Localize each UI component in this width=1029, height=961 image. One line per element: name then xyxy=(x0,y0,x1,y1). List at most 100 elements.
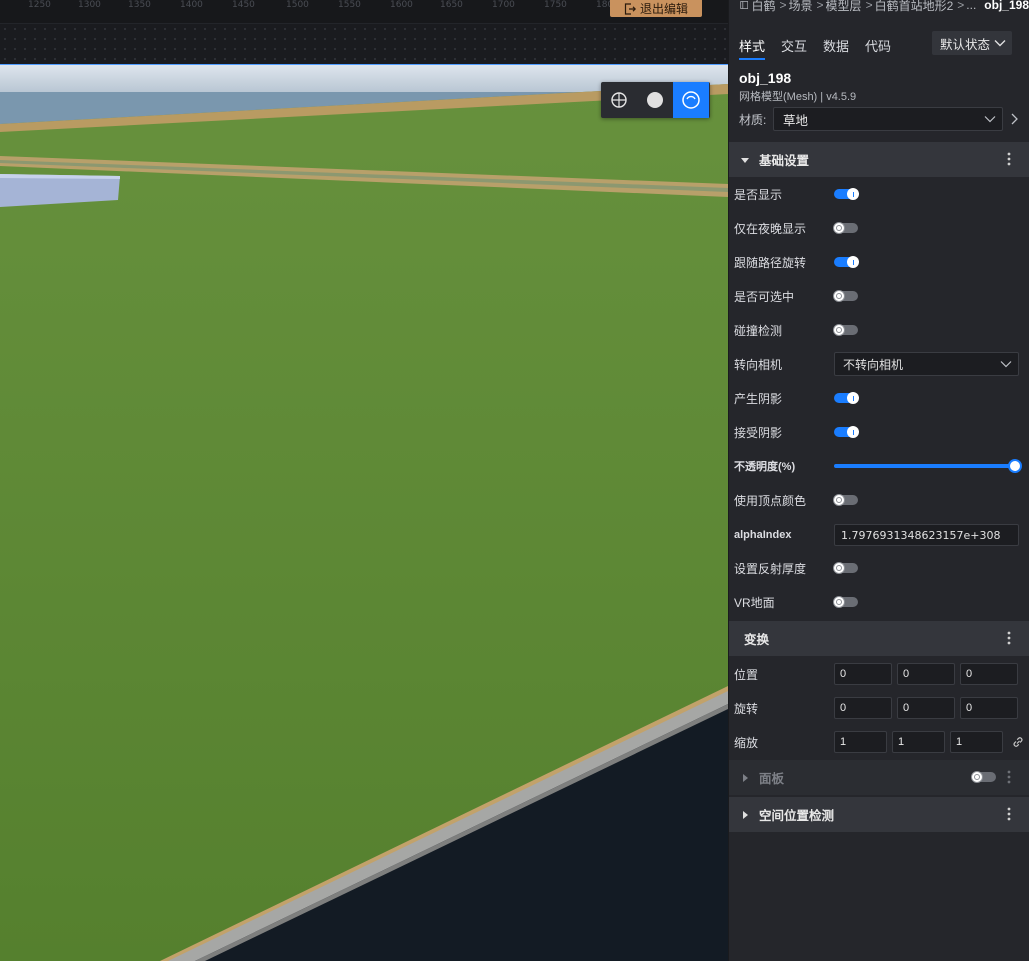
chevron-right-icon[interactable] xyxy=(1007,112,1021,126)
slider-track xyxy=(834,464,1020,468)
view-mode-toolbar xyxy=(601,82,710,118)
row-position: 位置 0 0 0 xyxy=(729,657,1029,691)
breadcrumb-item[interactable]: 白鹤首站地形2 xyxy=(875,0,954,12)
row-alpha-index: alphaIndex 1.7976931348623157e+308 xyxy=(729,518,1029,552)
tab-style[interactable]: 样式 xyxy=(739,28,766,60)
opacity-slider[interactable] xyxy=(834,459,1022,473)
rotation-x-input[interactable]: 0 xyxy=(834,697,892,719)
row-reflect-thickness: 设置反射厚度 xyxy=(729,551,1029,585)
row-label: 产生阴影 xyxy=(734,391,783,406)
chevron-right-icon: > xyxy=(957,0,965,12)
object-name: obj_198 xyxy=(739,70,792,86)
section-transform[interactable]: 变换 xyxy=(729,621,1029,656)
row-label: 是否可选中 xyxy=(734,289,795,304)
row-cast-shadow: 产生阴影 xyxy=(729,381,1029,415)
position-y-input[interactable]: 0 xyxy=(897,663,955,685)
exit-edit-button[interactable]: 退出编辑 xyxy=(610,0,702,17)
ruler-tick: 1250 xyxy=(28,0,51,10)
state-select-value: 默认状态 xyxy=(940,37,991,52)
breadcrumb-current: obj_198 xyxy=(984,0,1029,12)
position-z-input[interactable]: 0 xyxy=(960,663,1018,685)
row-label: 是否显示 xyxy=(734,187,783,202)
state-select[interactable]: 默认状态 xyxy=(932,31,1012,55)
position-x-input[interactable]: 0 xyxy=(834,663,892,685)
property-panel: 白鹤 > 场景 > 模型层 > 白鹤首站地形2 > ... obj_198 样式 交互 … xyxy=(728,0,1029,961)
breadcrumb-item[interactable]: ... xyxy=(966,0,976,12)
refresh-circle-icon xyxy=(682,91,700,109)
section-spatial-detection[interactable]: 空间位置检测 xyxy=(729,797,1029,832)
visible-switch[interactable] xyxy=(834,188,859,200)
caret-right-icon xyxy=(743,773,748,782)
ruler-tick: 1350 xyxy=(128,0,151,10)
row-scale: 缩放 1 1 1 xyxy=(729,725,1029,759)
chevron-down-icon xyxy=(984,116,996,123)
night-only-switch[interactable] xyxy=(833,222,858,234)
breadcrumb-item[interactable]: 场景 xyxy=(789,0,813,12)
more-vertical-icon[interactable] xyxy=(1002,152,1016,166)
3d-scene[interactable] xyxy=(0,64,728,961)
rotation-z-input[interactable]: 0 xyxy=(960,697,1018,719)
row-selectable: 是否可选中 xyxy=(729,279,1029,313)
row-label: alphaIndex xyxy=(734,529,792,541)
receive-shadow-switch[interactable] xyxy=(834,426,859,438)
slider-thumb[interactable] xyxy=(1008,459,1022,473)
material-value: 草地 xyxy=(783,113,809,128)
panel-switch[interactable] xyxy=(971,771,996,783)
tab-code[interactable]: 代码 xyxy=(865,28,891,60)
tab-data[interactable]: 数据 xyxy=(823,28,849,60)
wireframe-mode-button[interactable] xyxy=(601,82,637,118)
link-icon[interactable] xyxy=(1011,735,1025,749)
breadcrumb-item[interactable]: 白鹤 xyxy=(751,0,775,12)
breadcrumb-item[interactable]: 模型层 xyxy=(826,0,862,12)
more-vertical-icon[interactable] xyxy=(1002,770,1016,784)
row-follow-path: 跟随路径旋转 xyxy=(729,245,1029,279)
row-vr-ground: VR地面 xyxy=(729,585,1029,619)
vertex-color-switch[interactable] xyxy=(833,494,858,506)
scale-y-input[interactable]: 1 xyxy=(892,731,945,753)
chevron-right-icon: > xyxy=(779,0,787,12)
breadcrumb: 白鹤 > 场景 > 模型层 > 白鹤首站地形2 > ... obj_198 xyxy=(729,0,1029,12)
layer-icon xyxy=(740,1,749,9)
tab-interaction[interactable]: 交互 xyxy=(781,28,807,60)
reflect-thickness-switch[interactable] xyxy=(833,562,858,574)
scale-z-input[interactable]: 1 xyxy=(950,731,1003,753)
selection-outline xyxy=(0,64,728,65)
more-vertical-icon[interactable] xyxy=(1002,807,1016,821)
row-label: 碰撞检测 xyxy=(734,323,783,338)
chevron-right-icon: > xyxy=(816,0,824,12)
more-vertical-icon[interactable] xyxy=(1002,631,1016,645)
cast-shadow-switch[interactable] xyxy=(834,392,859,404)
row-face-camera: 转向相机 不转向相机 xyxy=(729,347,1029,381)
scale-x-input[interactable]: 1 xyxy=(834,731,887,753)
rotation-y-input[interactable]: 0 xyxy=(897,697,955,719)
section-panel[interactable]: 面板 xyxy=(729,760,1029,795)
selectable-switch[interactable] xyxy=(833,290,858,302)
row-receive-shadow: 接受阴影 xyxy=(729,415,1029,449)
row-label: 跟随路径旋转 xyxy=(734,255,807,270)
ruler-tick: 1750 xyxy=(544,0,567,10)
follow-path-switch[interactable] xyxy=(834,256,859,268)
vr-ground-switch[interactable] xyxy=(833,596,858,608)
viewport[interactable]: 1250 1300 1350 1400 1450 1500 1550 1600 … xyxy=(0,0,728,961)
row-label: VR地面 xyxy=(734,595,775,610)
alpha-index-input[interactable]: 1.7976931348623157e+308 xyxy=(834,524,1019,546)
row-label: 旋转 xyxy=(734,701,759,716)
section-basic-settings[interactable]: 基础设置 xyxy=(729,142,1029,177)
render-mode-button[interactable] xyxy=(673,82,709,118)
chevron-down-icon xyxy=(994,40,1006,47)
row-opacity: 不透明度(%) xyxy=(729,449,1029,483)
collision-switch[interactable] xyxy=(833,324,858,336)
face-camera-select[interactable]: 不转向相机 xyxy=(834,352,1019,376)
section-title: 基础设置 xyxy=(759,154,810,168)
row-collision: 碰撞检测 xyxy=(729,313,1029,347)
solid-mode-button[interactable] xyxy=(637,82,673,118)
row-label: 接受阴影 xyxy=(734,425,783,440)
ruler-tick: 1700 xyxy=(492,0,515,10)
exit-icon xyxy=(624,2,636,15)
material-select[interactable]: 草地 xyxy=(773,107,1003,131)
row-rotation: 旋转 0 0 0 xyxy=(729,691,1029,725)
row-visible: 是否显示 xyxy=(729,177,1029,211)
globe-icon xyxy=(611,92,627,108)
row-label: 使用顶点颜色 xyxy=(734,493,807,508)
panel-tabs: 样式 交互 数据 代码 默认状态 xyxy=(729,28,1029,62)
